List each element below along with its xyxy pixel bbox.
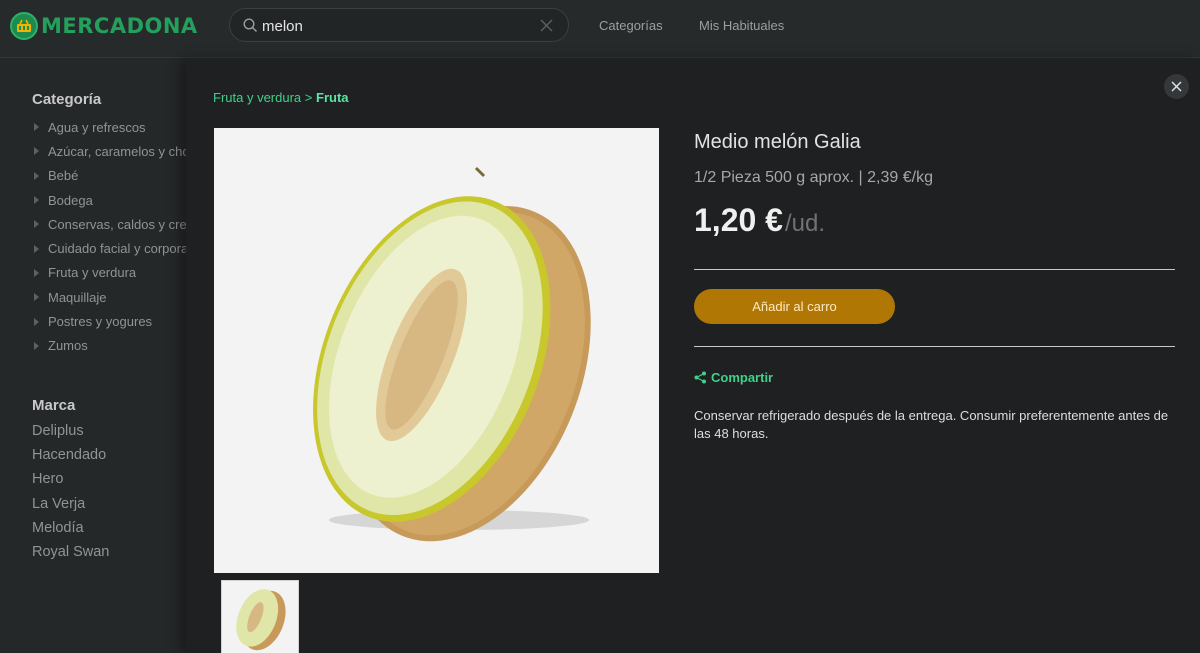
product-thumbnail[interactable] bbox=[221, 580, 299, 653]
caret-right-icon bbox=[34, 196, 39, 205]
breadcrumb-parent[interactable]: Fruta y verdura bbox=[213, 90, 301, 105]
category-item[interactable]: Zumos bbox=[34, 334, 186, 358]
price-unit: /ud. bbox=[784, 210, 825, 237]
brand-item[interactable]: Royal Swan bbox=[32, 540, 109, 564]
caret-right-icon bbox=[34, 147, 39, 156]
product-subtitle: 1/2 Pieza 500 g aprox. | 2,39 €/kg bbox=[694, 169, 933, 186]
caret-right-icon bbox=[34, 317, 39, 326]
divider bbox=[694, 269, 1175, 270]
brand-list: Deliplus Hacendado Hero La Verja Melodía… bbox=[32, 419, 109, 564]
caret-right-icon bbox=[34, 220, 39, 229]
category-item[interactable]: Fruta y verdura bbox=[34, 261, 186, 285]
product-description: Conservar refrigerado después de la entr… bbox=[694, 408, 1169, 441]
category-item[interactable]: Postres y yogures bbox=[34, 309, 186, 333]
caret-right-icon bbox=[34, 341, 39, 350]
clear-search-icon[interactable] bbox=[539, 18, 554, 38]
search-box[interactable] bbox=[229, 8, 569, 42]
product-detail-modal: Fruta y verdura > Fruta Medio melón Gali… bbox=[186, 59, 1200, 653]
caret-right-icon bbox=[34, 293, 39, 302]
close-modal-button[interactable] bbox=[1164, 74, 1189, 99]
price-row: 1,20 € /ud. bbox=[694, 202, 825, 239]
caret-right-icon bbox=[34, 123, 39, 132]
close-icon bbox=[1171, 81, 1182, 92]
filter-sidebar: Categoría Agua y refrescos Azúcar, caram… bbox=[0, 59, 186, 653]
caret-right-icon bbox=[34, 244, 39, 253]
brand-item[interactable]: Melodía bbox=[32, 516, 109, 540]
search-icon bbox=[243, 18, 258, 38]
product-price: 1,20 € bbox=[694, 202, 783, 238]
category-item[interactable]: Bebé bbox=[34, 164, 186, 188]
category-item[interactable]: Bodega bbox=[34, 188, 186, 212]
category-heading: Categoría bbox=[32, 91, 102, 108]
brand-item[interactable]: Deliplus bbox=[32, 419, 109, 443]
top-bar: MERCADONA Categorías Mis Habituales bbox=[0, 0, 1200, 58]
caret-right-icon bbox=[34, 171, 39, 180]
category-item[interactable]: Conservas, caldos y cremas bbox=[34, 212, 186, 236]
search-input[interactable] bbox=[262, 16, 522, 36]
product-image bbox=[214, 128, 659, 573]
brand-wordmark: MERCADONA bbox=[41, 14, 198, 38]
share-link[interactable]: Compartir bbox=[694, 370, 773, 385]
caret-right-icon bbox=[34, 268, 39, 277]
brand-item[interactable]: Hero bbox=[32, 467, 109, 491]
nav-mis-habituales[interactable]: Mis Habituales bbox=[699, 18, 784, 33]
breadcrumb-current[interactable]: Fruta bbox=[316, 90, 349, 105]
breadcrumb-separator: > bbox=[304, 90, 313, 105]
category-list: Agua y refrescos Azúcar, caramelos y cho… bbox=[34, 115, 186, 358]
mercadona-logo[interactable]: MERCADONA bbox=[10, 11, 198, 41]
basket-icon bbox=[10, 12, 38, 40]
nav-categorias[interactable]: Categorías bbox=[599, 18, 663, 33]
category-item[interactable]: Cuidado facial y corporal bbox=[34, 236, 186, 260]
brand-heading: Marca bbox=[32, 397, 76, 414]
divider bbox=[694, 346, 1175, 347]
share-label: Compartir bbox=[711, 370, 774, 385]
brand-item[interactable]: Hacendado bbox=[32, 443, 109, 467]
category-item[interactable]: Maquillaje bbox=[34, 285, 186, 309]
brand-item[interactable]: La Verja bbox=[32, 492, 109, 516]
product-title: Medio melón Galia bbox=[694, 131, 861, 153]
share-icon bbox=[694, 371, 706, 384]
breadcrumb: Fruta y verdura > Fruta bbox=[213, 90, 349, 105]
add-to-cart-button[interactable]: Añadir al carro bbox=[694, 289, 895, 324]
category-item[interactable]: Agua y refrescos bbox=[34, 115, 186, 139]
category-item[interactable]: Azúcar, caramelos y chocolate bbox=[34, 139, 186, 163]
